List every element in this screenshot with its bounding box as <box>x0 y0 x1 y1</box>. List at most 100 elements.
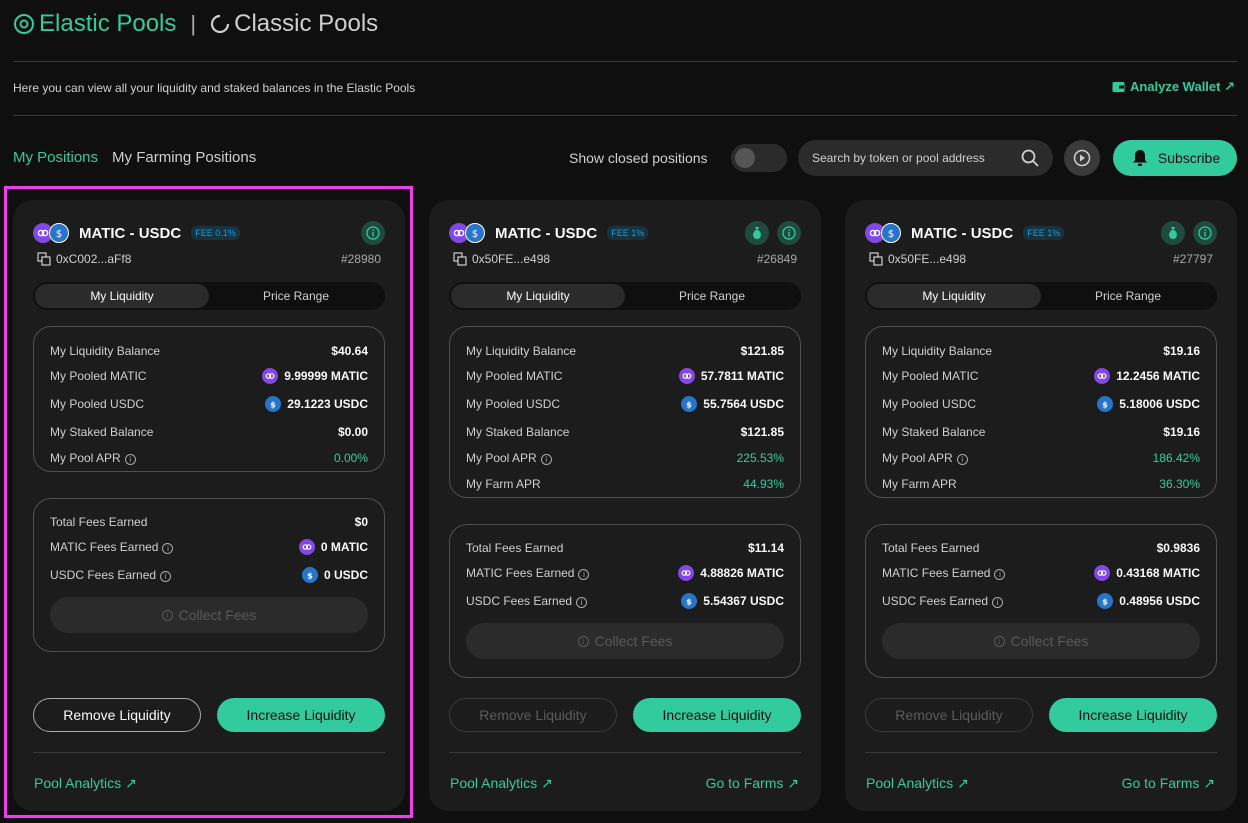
pool-apr-label: My Pool APR <box>466 451 537 465</box>
pool-apr-value: 186.42% <box>1152 451 1200 465</box>
tab-price-range[interactable]: Price Range <box>1041 284 1215 308</box>
usdc-fees-value: 0.48956 USDC <box>1119 594 1200 608</box>
money-bag-icon[interactable] <box>1161 221 1185 245</box>
svg-text:$: $ <box>1102 399 1108 409</box>
staked-balance-value: $19.16 <box>1163 424 1200 439</box>
usdc-icon: $ <box>49 223 69 243</box>
subscribe-button[interactable]: Subscribe <box>1113 140 1237 176</box>
svg-text:$: $ <box>888 229 894 239</box>
pool-analytics-link[interactable]: Pool Analytics ↗ <box>34 775 137 792</box>
matic-icon <box>678 565 695 581</box>
go-to-farms-link[interactable]: Go to Farms ↗ <box>1122 775 1215 792</box>
pool-type-tabs: Elastic Pools | Classic Pools <box>13 9 378 39</box>
liquidity-box: My Liquidity Balance $40.64 My Pooled MAT… <box>33 326 385 472</box>
liquidity-range-toggle: My Liquidity Price Range <box>33 282 385 310</box>
tab-classic-pools[interactable]: Classic Pools <box>210 10 378 38</box>
pair-name: MATIC - USDC <box>911 224 1014 242</box>
pooled-matic-label: My Pooled MATIC <box>50 369 147 383</box>
collect-fees-button[interactable]: i Collect Fees <box>50 597 368 633</box>
search-input[interactable]: Search by token or pool address <box>798 140 1053 176</box>
collect-fees-button[interactable]: i Collect Fees <box>882 623 1200 659</box>
info-icon[interactable]: i <box>992 597 1004 608</box>
usdc-icon: $ <box>1097 593 1114 609</box>
info-icon[interactable]: i <box>956 454 968 465</box>
liquidity-box: My Liquidity Balance $19.16 My Pooled MAT… <box>865 326 1217 498</box>
info-status-icon[interactable] <box>361 221 385 245</box>
remove-liquidity-button[interactable]: Remove Liquidity <box>449 698 617 732</box>
info-icon[interactable]: i <box>576 597 588 608</box>
card-header: $ MATIC - USDC FEE 1% <box>865 222 1065 244</box>
increase-liquidity-button[interactable]: Increase Liquidity <box>217 698 385 732</box>
info-icon[interactable]: i <box>578 569 590 580</box>
total-fees-value: $11.14 <box>747 541 784 555</box>
collect-fees-button[interactable]: i Collect Fees <box>466 623 784 659</box>
info-status-icon[interactable] <box>777 221 801 245</box>
position-id: #27797 <box>1172 252 1213 266</box>
staked-balance-label: My Staked Balance <box>466 424 570 439</box>
info-icon[interactable]: i <box>994 569 1006 580</box>
wallet-icon <box>1112 82 1125 92</box>
fee-badge: FEE 1% <box>1023 226 1065 240</box>
pool-analytics-link[interactable]: Pool Analytics ↗ <box>866 775 969 792</box>
tutorial-button[interactable] <box>1064 140 1100 176</box>
liquidity-balance-value: $121.85 <box>740 343 784 358</box>
divider <box>13 115 1237 116</box>
show-closed-toggle[interactable] <box>731 144 787 172</box>
matic-fees-value: 0 MATIC <box>320 540 368 554</box>
pool-address[interactable]: 0x50FE...e498 <box>869 252 966 266</box>
address-text: 0xC002...aFf8 <box>56 252 132 266</box>
pair-name: MATIC - USDC <box>495 224 598 242</box>
farm-apr-label: My Farm APR <box>466 477 541 491</box>
staked-balance-value: $0.00 <box>337 424 368 439</box>
pool-analytics-link[interactable]: Pool Analytics ↗ <box>450 775 553 792</box>
tab-elastic-pools[interactable]: Elastic Pools <box>13 10 176 38</box>
tab-my-liquidity[interactable]: My Liquidity <box>451 284 625 308</box>
card-header: $ MATIC - USDC FEE 1% <box>449 222 649 244</box>
info-icon: i <box>577 635 589 647</box>
pooled-matic-value: 57.7811 MATIC <box>700 369 784 383</box>
go-to-farms-link[interactable]: Go to Farms ↗ <box>706 775 799 792</box>
remove-liquidity-button[interactable]: Remove Liquidity <box>33 698 201 732</box>
analyze-wallet-link[interactable]: Analyze Wallet ↗ <box>1112 79 1235 95</box>
pool-address[interactable]: 0xC002...aFf8 <box>37 252 131 266</box>
liquidity-box: My Liquidity Balance $121.85 My Pooled MA… <box>449 326 801 498</box>
pooled-usdc-label: My Pooled USDC <box>50 397 145 411</box>
positions-tabs: My Positions My Farming Positions <box>13 149 256 166</box>
money-bag-icon[interactable] <box>745 221 769 245</box>
page-subtitle: Here you can view all your liquidity and… <box>13 81 416 95</box>
info-icon[interactable]: i <box>162 543 174 554</box>
copy-icon <box>37 252 51 266</box>
remove-liquidity-button[interactable]: Remove Liquidity <box>865 698 1033 732</box>
increase-liquidity-button[interactable]: Increase Liquidity <box>633 698 801 732</box>
card-header-icons <box>361 221 385 245</box>
pool-apr-value: 0.00% <box>333 451 368 465</box>
tab-my-farming-positions[interactable]: My Farming Positions <box>112 149 256 166</box>
collect-fees-label: Collect Fees <box>1010 633 1089 649</box>
svg-text:$: $ <box>56 229 62 239</box>
pooled-usdc-label: My Pooled USDC <box>882 397 977 411</box>
info-icon[interactable]: i <box>540 454 552 465</box>
matic-fees-label: MATIC Fees Earned <box>466 566 575 580</box>
info-status-icon[interactable] <box>1193 221 1217 245</box>
liquidity-balance-label: My Liquidity Balance <box>50 343 161 358</box>
matic-icon <box>298 539 315 555</box>
increase-liquidity-button[interactable]: Increase Liquidity <box>1049 698 1217 732</box>
svg-text:$: $ <box>1102 596 1108 606</box>
collect-fees-label: Collect Fees <box>178 607 257 623</box>
info-icon[interactable]: i <box>124 454 136 465</box>
tab-my-liquidity[interactable]: My Liquidity <box>35 284 209 308</box>
usdc-fees-label: USDC Fees Earned <box>882 594 989 608</box>
play-icon <box>1073 149 1091 167</box>
tab-price-range[interactable]: Price Range <box>209 284 383 308</box>
info-icon[interactable]: i <box>160 571 172 582</box>
pair-name: MATIC - USDC <box>79 224 182 242</box>
position-card: $ MATIC - USDC FEE 1% 0x50FE...e498 #277… <box>845 200 1237 811</box>
pool-address[interactable]: 0x50FE...e498 <box>453 252 550 266</box>
usdc-icon: $ <box>301 567 318 583</box>
tab-my-positions[interactable]: My Positions <box>13 149 98 166</box>
classic-label: Classic Pools <box>234 10 379 37</box>
tab-my-liquidity[interactable]: My Liquidity <box>867 284 1041 308</box>
tab-price-range[interactable]: Price Range <box>625 284 799 308</box>
staked-balance-value: $121.85 <box>740 424 784 439</box>
matic-fees-value: 4.88826 MATIC <box>700 566 784 580</box>
